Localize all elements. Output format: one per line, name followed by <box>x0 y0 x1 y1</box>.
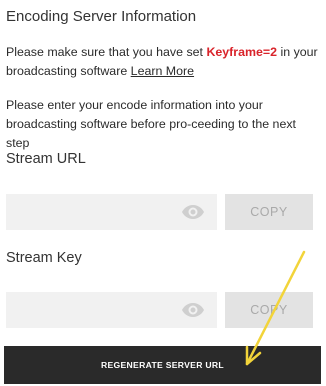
eye-icon[interactable] <box>181 298 205 322</box>
learn-more-link[interactable]: Learn More <box>131 64 194 78</box>
encoding-server-panel: Encoding Server Information Please make … <box>0 0 326 386</box>
stream-key-label: Stream Key <box>6 250 82 266</box>
panel-title: Encoding Server Information <box>6 8 197 25</box>
eye-icon[interactable] <box>181 200 205 224</box>
regenerate-server-url-button[interactable]: REGENERATE SERVER URL <box>4 346 321 384</box>
keyframe-value: Keyframe=2 <box>206 45 278 59</box>
stream-url-label: Stream URL <box>6 151 86 167</box>
keyframe-instructions: Please make sure that you have set Keyfr… <box>6 43 322 81</box>
copy-stream-url-button[interactable]: COPY <box>225 194 313 230</box>
encode-instructions: Please enter your encode information int… <box>6 98 296 150</box>
keyframe-intro-text: Please make sure that you have set <box>6 45 207 59</box>
copy-stream-key-button[interactable]: COPY <box>225 292 313 328</box>
